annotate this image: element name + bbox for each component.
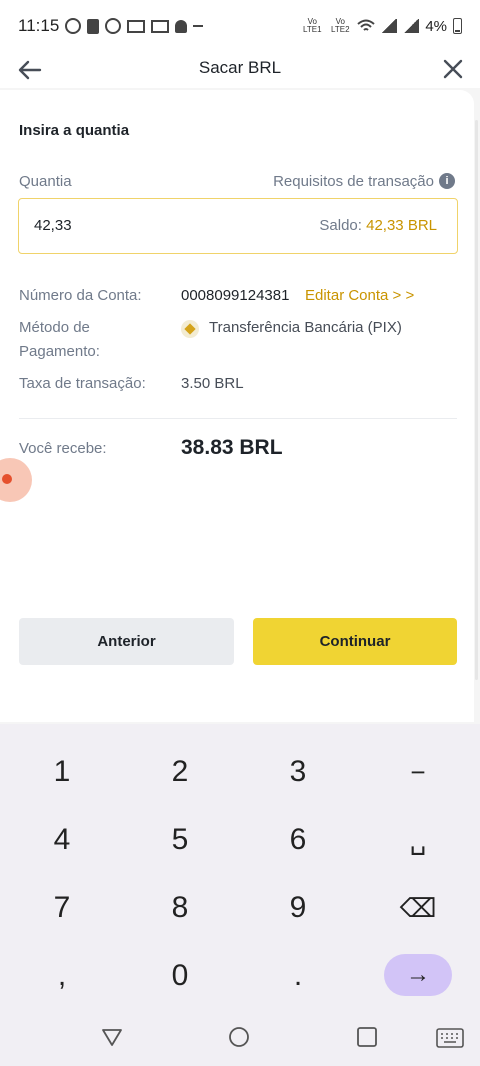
gmail-icon — [151, 19, 170, 33]
page-title: Sacar BRL — [198, 58, 282, 77]
network-2-label: Vo LTE2 — [331, 17, 350, 34]
key-period[interactable]: . — [239, 946, 357, 1006]
navigation-bar — [0, 1014, 480, 1066]
home-circle-icon[interactable] — [228, 1026, 250, 1048]
page-header: Sacar BRL — [0, 52, 480, 88]
bell-icon — [175, 19, 188, 33]
key-0[interactable]: 0 — [121, 946, 239, 1006]
key-comma[interactable]: , — [3, 946, 121, 1006]
balance-label: Saldo: — [319, 217, 362, 234]
key-1[interactable]: 1 — [3, 742, 121, 802]
signal-icon — [381, 19, 398, 33]
divider — [19, 418, 457, 419]
fee-value: 3.50 BRL — [181, 375, 244, 392]
requirements-link[interactable]: Requisitos de transação — [273, 173, 434, 190]
messenger-icon — [105, 18, 122, 34]
enter-key[interactable]: → — [384, 954, 452, 996]
key-minus[interactable]: − — [359, 742, 477, 802]
receive-label: Você recebe: — [19, 440, 107, 457]
back-triangle-icon[interactable] — [101, 1026, 123, 1048]
amount-label: Quantia — [19, 173, 72, 190]
account-number: 0008099124381 — [181, 287, 290, 304]
key-7[interactable]: 7 — [3, 878, 121, 938]
notification-icon — [87, 18, 100, 34]
fee-label: Taxa de transação: — [19, 375, 146, 392]
info-icon[interactable]: i — [439, 173, 455, 189]
whatsapp-icon — [65, 18, 82, 34]
payment-method-label-2: Pagamento: — [19, 343, 100, 360]
key-9[interactable]: 9 — [239, 878, 357, 938]
payment-method-label-1: Método de — [19, 319, 90, 336]
key-3[interactable]: 3 — [239, 742, 357, 802]
key-6[interactable]: 6 — [239, 810, 357, 870]
section-title: Insira a quantia — [19, 122, 130, 139]
receive-value: 38.83 BRL — [181, 436, 283, 459]
amount-value[interactable]: 42,33 — [34, 217, 72, 234]
minus-icon — [193, 25, 204, 27]
recents-square-icon[interactable] — [356, 1026, 378, 1048]
arrow-right-icon: → — [406, 961, 430, 988]
continue-button[interactable]: Continuar — [253, 618, 457, 665]
account-number-label: Número da Conta: — [19, 287, 142, 304]
key-2[interactable]: 2 — [121, 742, 239, 802]
amount-input[interactable]: 42,33 Saldo: 42,33 BRL — [18, 198, 458, 254]
backspace-key[interactable]: ⌫ — [359, 878, 477, 938]
wifi-icon — [357, 19, 375, 31]
close-icon[interactable] — [440, 56, 466, 82]
keyboard-switch-icon[interactable] — [436, 1028, 464, 1048]
key-5[interactable]: 5 — [121, 810, 239, 870]
status-bar: 11:15 Vo LTE1 Vo LTE2 4% — [0, 0, 480, 52]
scrollbar[interactable] — [475, 120, 478, 680]
balance-value: 42,33 BRL — [366, 217, 437, 234]
network-1-label: Vo LTE1 — [303, 17, 322, 34]
battery-icon — [453, 18, 462, 34]
gmail-icon — [127, 19, 146, 33]
key-space[interactable]: ␣ — [359, 810, 477, 870]
battery-percent: 4% — [425, 17, 447, 35]
balance-display: Saldo: 42,33 BRL — [319, 217, 437, 234]
key-8[interactable]: 8 — [121, 878, 239, 938]
pix-icon — [181, 320, 199, 338]
key-4[interactable]: 4 — [3, 810, 121, 870]
signal-icon — [403, 19, 420, 33]
edit-account-link[interactable]: Editar Conta > > — [305, 284, 414, 308]
previous-button[interactable]: Anterior — [19, 618, 234, 665]
payment-method: Transferência Bancária (PIX) — [209, 319, 402, 336]
status-time: 11:15 — [18, 16, 60, 35]
